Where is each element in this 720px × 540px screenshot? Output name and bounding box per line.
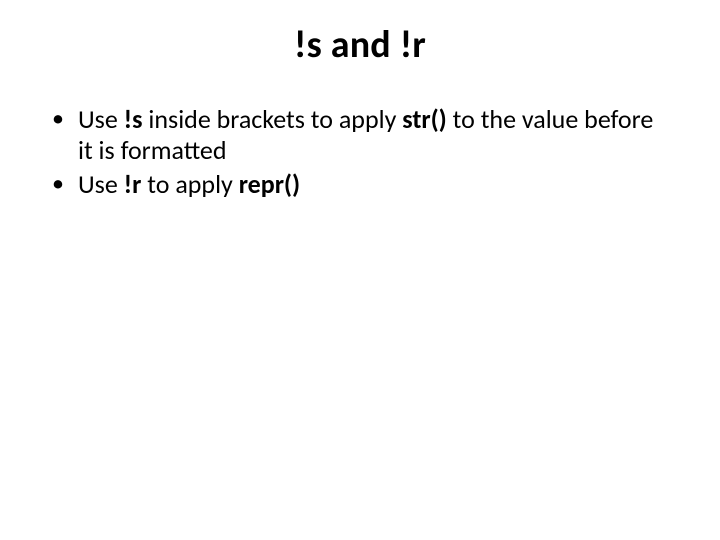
- text-run: Use: [78, 168, 124, 200]
- text-run-bold: !r: [124, 168, 142, 200]
- title-part-and: and: [322, 22, 400, 68]
- text-run: Use: [78, 103, 124, 135]
- slide-body: Use !s inside brackets to apply str() to…: [0, 104, 720, 200]
- text-run: to apply: [141, 168, 238, 200]
- bullet-item: Use !s inside brackets to apply str() to…: [52, 104, 660, 165]
- bullet-item: Use !r to apply repr(): [52, 169, 660, 200]
- text-run: inside brackets to apply: [143, 103, 403, 135]
- title-part-bangr: !r: [400, 22, 426, 68]
- text-run-bold: !s: [124, 103, 143, 135]
- slide-title: !s and !r: [0, 0, 720, 68]
- bullet-list: Use !s inside brackets to apply str() to…: [52, 104, 660, 200]
- text-run-bold: repr(): [239, 168, 300, 200]
- text-run-bold: str(): [402, 103, 447, 135]
- title-part-bangs: !s: [294, 22, 322, 68]
- slide: !s and !r Use !s inside brackets to appl…: [0, 0, 720, 540]
